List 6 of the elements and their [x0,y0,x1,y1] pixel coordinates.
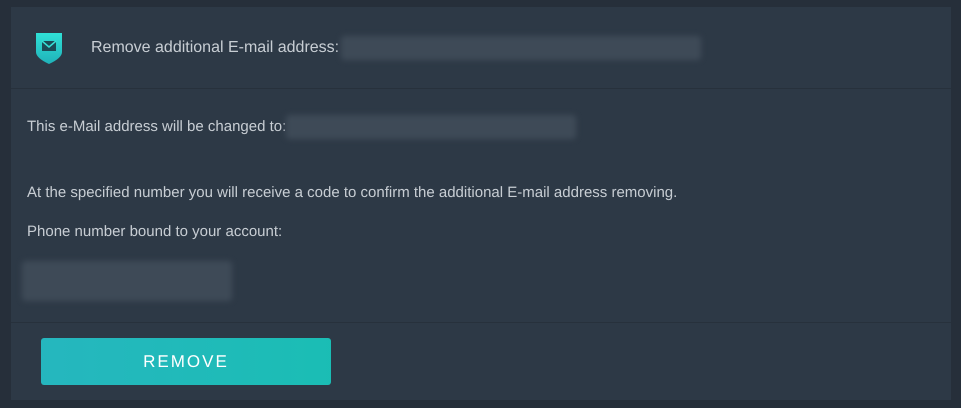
change-label: This e-Mail address will be changed to: [27,116,286,137]
dialog-title: Remove additional E-mail address: [91,38,340,58]
shield-mail-icon [36,32,62,64]
remove-button[interactable]: REMOVE [41,338,331,385]
phone-label: Phone number bound to your account: [27,222,284,242]
notice-text: At the specified number you will receive a code to confirm the additional E-mail address removing. [27,183,678,203]
